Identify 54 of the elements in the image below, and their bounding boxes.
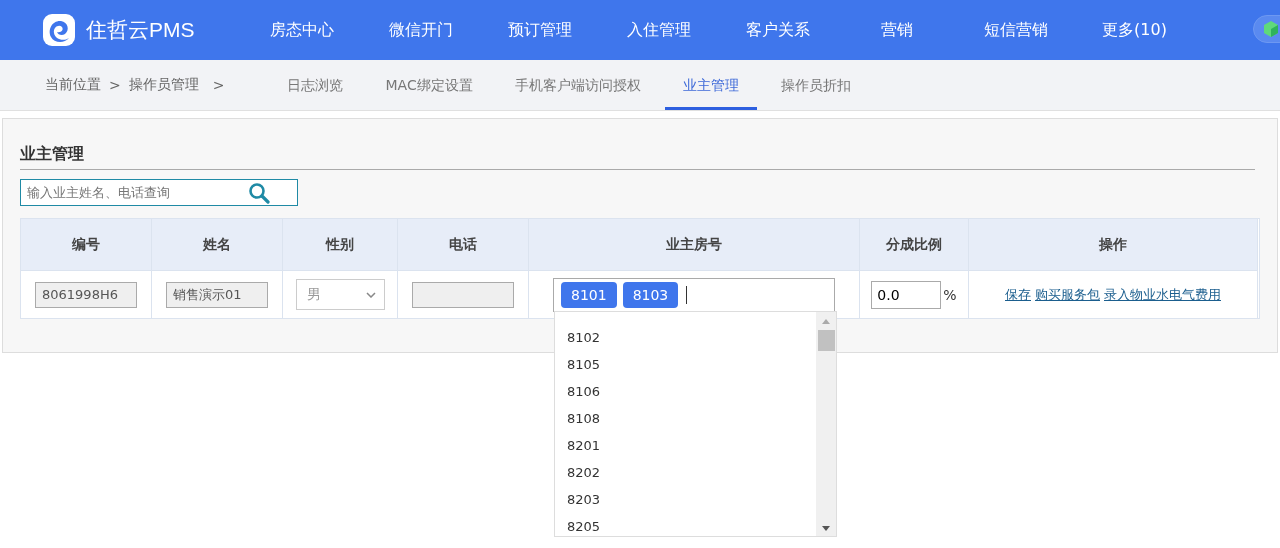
tab[interactable]: 日志浏览 [269, 60, 362, 110]
breadcrumb-separator: > [109, 77, 121, 93]
chevron-down-icon [365, 291, 376, 298]
room-tag-field[interactable]: 8101 8103 [553, 277, 835, 312]
nav-item[interactable]: 入住管理 [599, 19, 718, 41]
column-header: 姓名 [152, 219, 283, 270]
percent-unit: % [943, 286, 957, 303]
column-header: 编号 [21, 219, 152, 270]
column-header: 电话 [398, 219, 529, 270]
nav-item[interactable]: 短信营销 [956, 19, 1075, 41]
dropdown-option[interactable]: 8205 [567, 513, 816, 540]
room-tag[interactable]: 8101 [561, 281, 617, 308]
breadcrumb-link[interactable]: 操作员管理 [128, 76, 199, 94]
logo-icon [42, 13, 76, 47]
action-link[interactable]: 保存 [1005, 285, 1031, 304]
section-title: 业主管理 [20, 119, 1255, 170]
text-cursor [686, 285, 688, 304]
dropdown-option[interactable]: 8203 [567, 486, 816, 513]
nav-item[interactable]: 预订管理 [480, 19, 599, 41]
tab[interactable]: 操作员折扣 [762, 60, 869, 110]
nav-item[interactable]: 营销 [837, 19, 956, 41]
tab[interactable]: 手机客户端访问授权 [496, 60, 659, 110]
nav-item[interactable]: 更多(10) [1075, 19, 1194, 41]
column-header: 操作 [969, 219, 1258, 270]
ratio-field[interactable]: 0.0 [871, 280, 942, 309]
dropdown-option[interactable]: 8102 [567, 324, 816, 351]
id-field: 8061998H6 [35, 281, 137, 308]
tab[interactable]: MAC绑定设置 [367, 60, 491, 110]
nav-item[interactable]: 微信开门 [361, 19, 480, 41]
dropdown-option[interactable]: 8106 [567, 378, 816, 405]
tab[interactable]: 业主管理 [664, 60, 757, 110]
column-header: 性别 [283, 219, 398, 270]
action-link[interactable]: 购买服务包 [1035, 285, 1100, 304]
nav-item[interactable]: 房态中心 [242, 19, 361, 41]
dropdown-option[interactable]: 8202 [567, 459, 816, 486]
column-header: 业主房号 [529, 219, 860, 270]
scrollbar-thumb[interactable] [817, 330, 835, 351]
scroll-down-icon[interactable] [822, 526, 830, 531]
dropdown-option[interactable]: 8201 [567, 432, 816, 459]
action-link[interactable]: 录入物业水电气费用 [1104, 285, 1221, 304]
dropdown-option[interactable]: 8105 [567, 351, 816, 378]
brand-name: 住哲云PMS [86, 17, 195, 43]
dropdown-option[interactable]: 8108 [567, 405, 816, 432]
room-tag[interactable]: 8103 [622, 281, 679, 308]
breadcrumb-label: 当前位置 [45, 76, 101, 94]
column-header: 分成比例 [860, 219, 969, 270]
nav-item[interactable]: 客户关系 [718, 19, 837, 41]
breadcrumb-separator: > [212, 77, 225, 93]
gender-select[interactable]: 男 [295, 279, 385, 310]
search-icon[interactable] [248, 182, 272, 204]
cube-icon [1264, 21, 1278, 37]
search-field[interactable]: 输入业主姓名、电话查询 [20, 179, 298, 206]
name-field: 销售演示01 [166, 281, 268, 308]
scrollbar[interactable] [816, 312, 836, 536]
